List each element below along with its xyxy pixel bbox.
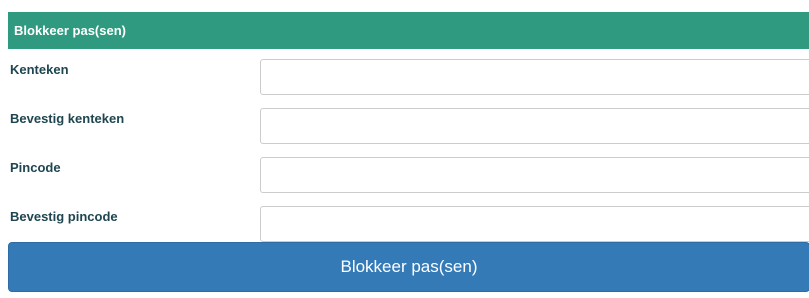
pincode-label: Pincode bbox=[10, 160, 61, 175]
panel-title: Blokkeer pas(sen) bbox=[14, 23, 126, 38]
form-row-kenteken: Kenteken bbox=[0, 59, 809, 96]
form-row-pincode: Pincode bbox=[0, 157, 809, 194]
block-card-submit-button[interactable]: Blokkeer pas(sen) bbox=[8, 242, 809, 292]
bevestig-kenteken-label: Bevestig kenteken bbox=[10, 111, 125, 126]
kenteken-input[interactable] bbox=[260, 59, 809, 95]
form-row-bevestig-pincode: Bevestig pincode bbox=[0, 206, 809, 243]
form-row-bevestig-kenteken: Bevestig kenteken bbox=[0, 108, 809, 145]
bevestig-pincode-label: Bevestig pincode bbox=[10, 209, 118, 224]
bevestig-kenteken-input[interactable] bbox=[260, 108, 809, 144]
panel-header: Blokkeer pas(sen) bbox=[8, 12, 809, 49]
kenteken-label: Kenteken bbox=[10, 62, 69, 77]
pincode-input[interactable] bbox=[260, 157, 809, 193]
bevestig-pincode-input[interactable] bbox=[260, 206, 809, 242]
